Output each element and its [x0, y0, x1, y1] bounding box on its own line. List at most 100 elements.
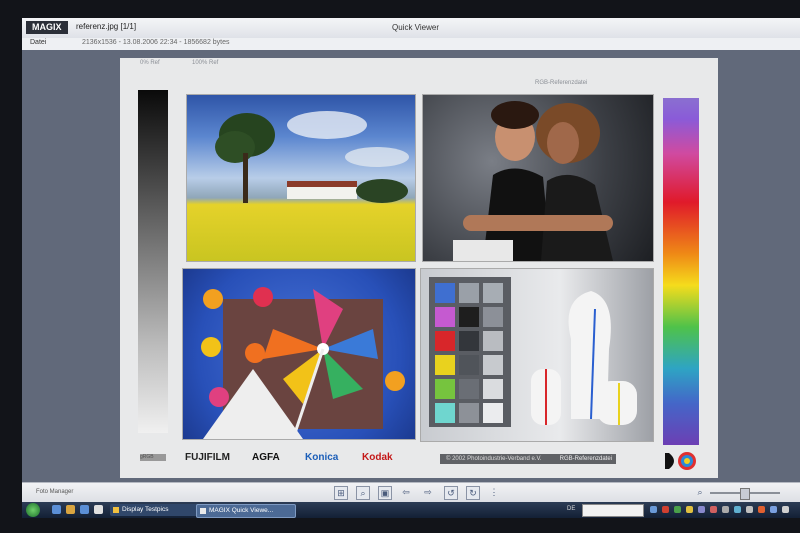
colorchecker-patch: [435, 331, 455, 351]
tray-icon-9[interactable]: [746, 506, 753, 513]
tray-icon-1[interactable]: [650, 506, 657, 513]
colorchecker-patch: [459, 379, 479, 399]
small-pinwheel-1: [203, 289, 223, 309]
colorchecker-patch: [459, 283, 479, 303]
rotate-right-icon[interactable]: ↻: [466, 486, 480, 500]
zoom-icon[interactable]: ⌕: [356, 486, 370, 500]
arrow-left-icon[interactable]: ⇦: [400, 486, 412, 498]
pinwheel-photo: [182, 268, 416, 440]
rainbow-spectrum-strip: [663, 98, 699, 445]
zoom-out-icon[interactable]: ⌕: [694, 486, 706, 498]
small-pinwheel-5: [209, 387, 229, 407]
small-pinwheel-3: [201, 337, 221, 357]
image-viewport[interactable]: 0% Ref 100% Ref RGB-Referenzdatei gRGB F…: [22, 50, 800, 482]
tray-icon-3[interactable]: [674, 506, 681, 513]
colorchecker-patch: [483, 283, 503, 303]
task-label: Display Testpics: [122, 506, 169, 513]
tree-trunk: [243, 153, 248, 203]
colorchecker-patch: [483, 403, 503, 423]
farmhouse-roof: [287, 181, 357, 187]
konica-logo: Konica: [305, 452, 339, 463]
agfa-logo: AGFA: [252, 452, 280, 463]
small-pinwheel-4: [245, 343, 265, 363]
grayscale-strip: [138, 90, 168, 433]
arms: [463, 215, 613, 231]
tray-icon-7[interactable]: [722, 506, 729, 513]
language-indicator[interactable]: DE: [567, 506, 575, 512]
task-label: MAGIX Quick Viewe...: [209, 507, 274, 514]
colorchecker-patch: [435, 403, 455, 423]
view-icon[interactable]: ▣: [378, 486, 392, 500]
colorchecker-patch: [459, 307, 479, 327]
foto-manager-link[interactable]: Foto Manager: [36, 489, 73, 495]
small-pinwheel-6: [385, 371, 405, 391]
network-icon[interactable]: [770, 506, 777, 513]
zoom-slider[interactable]: [710, 488, 780, 500]
colorchecker-photo: [420, 268, 654, 442]
face-right: [547, 122, 579, 164]
tree-group: [356, 179, 408, 203]
farmhouse: [287, 185, 357, 199]
volume-icon[interactable]: [782, 506, 789, 513]
window-filename: referenz.jpg [1/1]: [76, 22, 137, 31]
ref-label-title: RGB-Referenzdatei: [535, 80, 588, 86]
viewer-toolbar: Foto Manager ⊞ ⌕ ▣ ⇦ ⇨ ↺ ↻ ⋮ ⌕: [22, 482, 800, 503]
rotate-left-icon[interactable]: ↺: [444, 486, 458, 500]
copyright-text: © 2002 Photoindustrie-Verband e.V.: [446, 456, 542, 462]
colorchecker-patch: [459, 331, 479, 351]
tray-icon-10[interactable]: [758, 506, 765, 513]
zoom-fit-icon[interactable]: ⊞: [334, 486, 348, 500]
tray-icon-2[interactable]: [662, 506, 669, 513]
arrow-right-icon[interactable]: ⇨: [422, 486, 434, 498]
reference-image: 0% Ref 100% Ref RGB-Referenzdatei gRGB F…: [120, 58, 718, 478]
quicklaunch-icon-3[interactable]: [80, 505, 89, 514]
taskbar-item-display-testpics[interactable]: Display Testpics: [110, 504, 200, 516]
taskbar-item-magix-quick-viewer[interactable]: MAGIX Quick Viewe...: [196, 504, 296, 518]
tray-search-box[interactable]: [582, 504, 644, 517]
reference-copyright-bar: © 2002 Photoindustrie-Verband e.V. RGB-R…: [440, 454, 616, 464]
colorchecker-drawing: [429, 277, 637, 427]
tree-crown-2: [215, 131, 255, 163]
start-orb-icon[interactable]: [26, 503, 40, 517]
colorchecker-patch: [435, 355, 455, 375]
quicklaunch-icon-1[interactable]: [52, 505, 61, 514]
tray-icon-5[interactable]: [698, 506, 705, 513]
cloud: [287, 111, 367, 139]
magix-app-icon: [200, 508, 206, 514]
gray-label: gRGB: [140, 454, 166, 461]
title-bar[interactable]: MAGIX referenz.jpg [1/1] Quick Viewer: [22, 18, 800, 39]
tray-icon-8[interactable]: [734, 506, 741, 513]
colorchecker-patch: [483, 355, 503, 375]
menu-bar: Datei 2136x1536 - 13.08.2006 22:34 - 185…: [22, 38, 800, 50]
portrait-drawing: [453, 101, 613, 261]
colorchecker-patch: [483, 307, 503, 327]
ref-label-100: 100% Ref: [192, 60, 219, 66]
menu-datei[interactable]: Datei: [30, 39, 46, 46]
colorchecker-patch: [483, 379, 503, 399]
windows-taskbar: Display Testpics MAGIX Quick Viewe... DE: [22, 502, 800, 518]
monitor-screen: MAGIX referenz.jpg [1/1] Quick Viewer Da…: [22, 18, 800, 518]
landscape-drawing: [215, 111, 409, 203]
quicklaunch-icon-4[interactable]: [94, 505, 103, 514]
kodak-logo: Kodak: [362, 452, 393, 463]
brand-logo-strip: gRGB FUJIFILM AGFA Konica Kodak © 2002 P…: [140, 450, 700, 470]
ref-label-0: 0% Ref: [140, 60, 160, 66]
colorchecker-patch: [435, 283, 455, 303]
landscape-photo: [186, 94, 416, 262]
small-pinwheel-2: [253, 287, 273, 307]
tray-icon-4[interactable]: [686, 506, 693, 513]
cloud-2: [345, 147, 409, 167]
sugar-bowl: [597, 381, 637, 425]
referenz-text: RGB-Referenzdatei: [559, 456, 612, 462]
magix-logo: MAGIX: [26, 21, 68, 34]
chair: [453, 240, 513, 261]
folder-icon: [113, 507, 119, 513]
pinwheel-drawing: [201, 287, 405, 439]
hair-left: [491, 101, 539, 129]
zoom-slider-knob[interactable]: [740, 488, 750, 500]
fujifilm-logo: FUJIFILM: [185, 452, 230, 463]
more-options-icon[interactable]: ⋮: [488, 486, 500, 498]
colorchecker-patch: [483, 331, 503, 351]
tray-icon-6[interactable]: [710, 506, 717, 513]
quicklaunch-icon-2[interactable]: [66, 505, 75, 514]
